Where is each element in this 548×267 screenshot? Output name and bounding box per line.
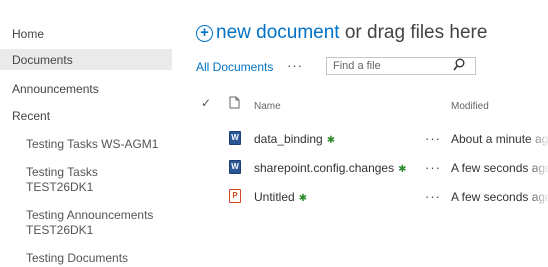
new-item-icon: ✱: [298, 193, 308, 204]
nav-recent-item-testing-tasks[interactable]: Testing Tasks: [26, 165, 98, 179]
file-name-link[interactable]: sharepoint.config.changes ✱: [254, 161, 407, 175]
search-placeholder: Find a file: [333, 60, 381, 72]
select-all-checkmark[interactable]: ✓: [201, 96, 211, 110]
new-document-bar: + new document or drag files here: [196, 22, 487, 44]
file-name-link[interactable]: Untitled ✱: [254, 190, 307, 204]
word-document-icon: W: [229, 160, 241, 174]
new-item-icon: ✱: [326, 135, 336, 146]
column-header-name[interactable]: Name: [254, 101, 281, 112]
powerpoint-document-icon: P: [229, 189, 241, 203]
view-all-documents[interactable]: All Documents: [196, 60, 273, 74]
add-circle-icon[interactable]: +: [196, 25, 213, 42]
nav-recent-item-testing-documents[interactable]: Testing Documents: [26, 251, 128, 265]
search-icon[interactable]: [453, 58, 465, 72]
nav-recent-item-testing-tasks-ws[interactable]: Testing Tasks WS-AGM1: [26, 137, 158, 151]
row-more-button[interactable]: ···: [425, 131, 441, 146]
file-name[interactable]: Untitled: [254, 190, 295, 204]
nav-recent-item-testing-tasks-sub[interactable]: TEST26DK1: [26, 180, 93, 194]
new-document-link[interactable]: new document: [216, 22, 340, 43]
drag-files-hint: or drag files here: [339, 22, 488, 43]
nav-documents[interactable]: Documents: [12, 53, 73, 67]
nav-home[interactable]: Home: [12, 27, 44, 41]
file-type-header-icon: [229, 96, 240, 109]
view-more-button[interactable]: ···: [287, 58, 303, 73]
file-name[interactable]: data_binding: [254, 132, 323, 146]
nav-recent-item-testing-announcements-sub[interactable]: TEST26DK1: [26, 223, 93, 237]
nav-recent-item-testing-announcements[interactable]: Testing Announcements: [26, 208, 153, 222]
file-name-link[interactable]: data_binding ✱: [254, 132, 335, 146]
right-edge-fade: [528, 0, 548, 267]
nav-announcements[interactable]: Announcements: [12, 82, 99, 96]
nav-recent-heading[interactable]: Recent: [12, 109, 50, 123]
word-document-icon: W: [229, 131, 241, 145]
new-item-icon: ✱: [398, 164, 407, 175]
file-name[interactable]: sharepoint.config.changes: [254, 161, 394, 175]
column-header-modified[interactable]: Modified: [451, 101, 489, 112]
row-more-button[interactable]: ···: [425, 160, 441, 175]
row-more-button[interactable]: ···: [425, 189, 441, 204]
